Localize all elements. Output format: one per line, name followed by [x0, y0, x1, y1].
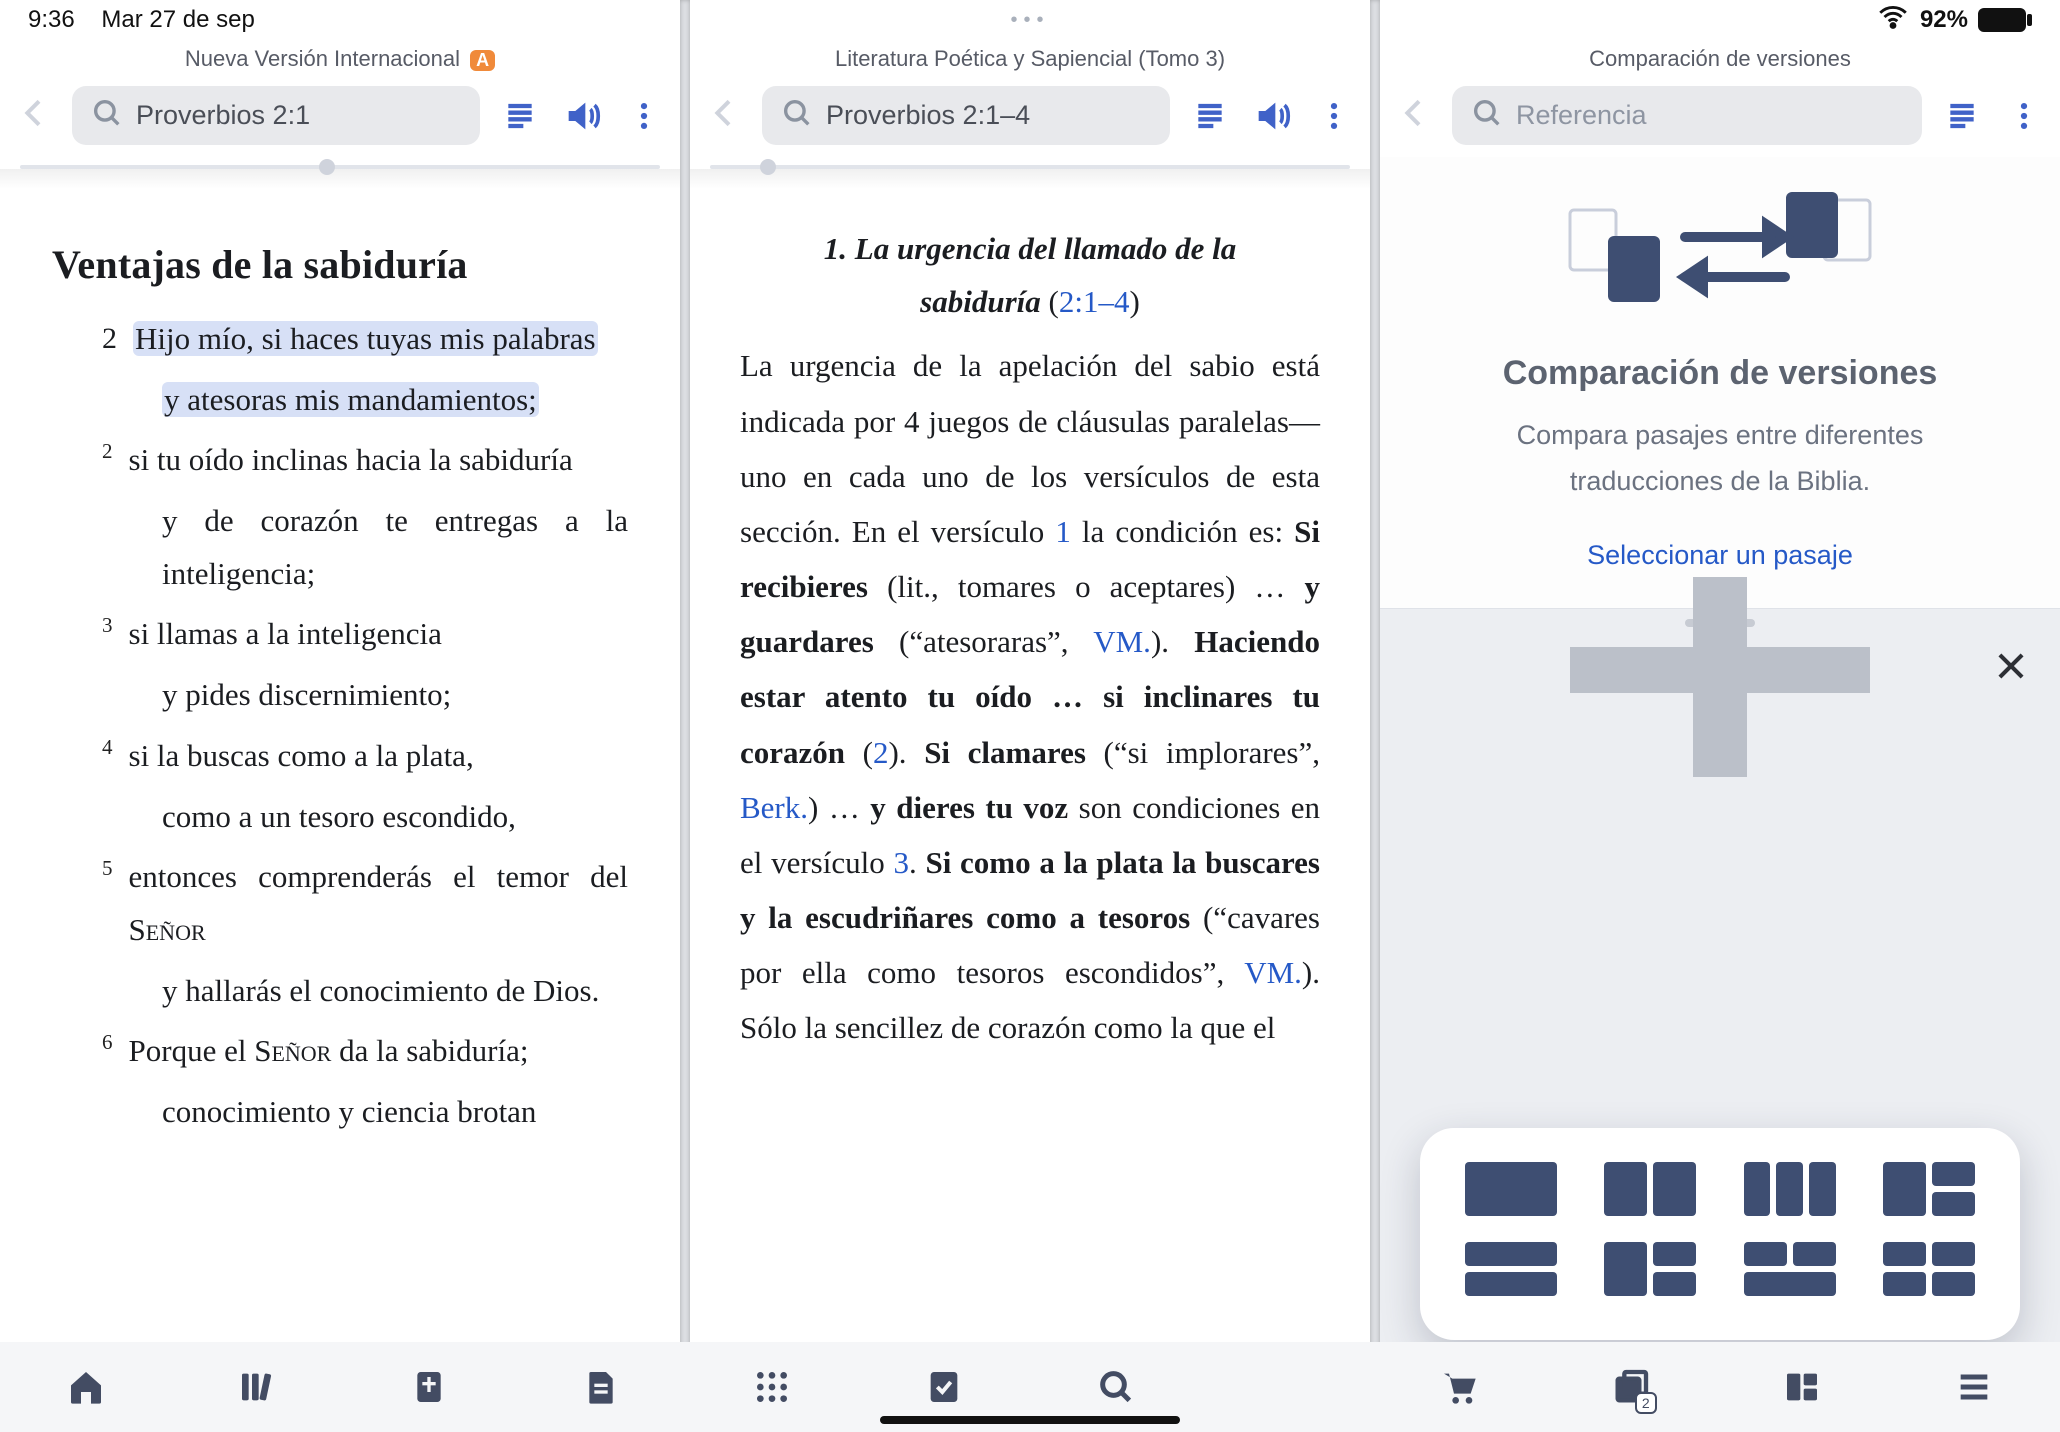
toc-button[interactable]: [1188, 94, 1232, 138]
verse-text[interactable]: Hijo mío, si haces tuyas mis palabras: [133, 313, 628, 366]
layout-button[interactable]: [1717, 1342, 1889, 1432]
pane-bible: Nueva Versión Internacional A Proverbios…: [0, 0, 680, 1342]
pane-commentary-header: Literatura Poética y Sapiencial (Tomo 3)…: [690, 0, 1370, 189]
pane-bible-content[interactable]: Ventajas de la sabiduría 2 Hijo mío, si …: [0, 189, 680, 1342]
pane-bible-title[interactable]: Nueva Versión Internacional: [185, 46, 460, 71]
search-icon: [90, 96, 124, 135]
pane-compare-title[interactable]: Comparación de versiones: [1380, 40, 2060, 82]
store-button[interactable]: [1373, 1342, 1545, 1432]
layout-popover: [1420, 1128, 2020, 1340]
paragraph-title: 1. La urgencia del llamado de la sabidur…: [770, 223, 1290, 328]
verse-number: 5: [102, 851, 113, 956]
spacer: [1202, 1342, 1374, 1432]
bottom-toolbar: 2: [0, 1342, 2060, 1432]
compare-illustration-icon: [1408, 187, 2032, 327]
location-slider[interactable]: [710, 165, 1350, 169]
resource-badge: A: [470, 50, 495, 71]
layout-option-2row[interactable]: [1465, 1242, 1557, 1296]
verse-text[interactable]: si llamas a la inteligencia: [129, 608, 629, 661]
pane-splitter-1[interactable]: [680, 0, 690, 1432]
document-button[interactable]: [515, 1342, 687, 1432]
bible-button[interactable]: [343, 1342, 515, 1432]
layout-option-1-2split[interactable]: [1883, 1162, 1975, 1216]
scripture-link[interactable]: 2:1–4: [1059, 284, 1130, 319]
slider-thumb[interactable]: [760, 159, 776, 175]
layout-option-2col[interactable]: [1604, 1162, 1696, 1216]
compare-card-subtitle: Compara pasajes entre diferentes traducc…: [1438, 413, 2002, 505]
verse-text-cont[interactable]: y hallarás el conocimiento de Dios.: [162, 965, 628, 1018]
verse-number: 6: [102, 1025, 113, 1078]
pane-compare: Comparación de versiones Referencia: [1380, 0, 2060, 1342]
verse-text-cont[interactable]: como a un tesoro escondido,: [162, 791, 628, 844]
verse-number: 2: [102, 313, 117, 366]
compare-empty-card: Comparación de versiones Compara pasajes…: [1380, 157, 2060, 609]
pane-menu-button[interactable]: [2002, 94, 2046, 138]
pane-commentary-title[interactable]: Literatura Poética y Sapiencial (Tomo 3): [690, 40, 1370, 82]
select-passage-link[interactable]: Seleccionar un pasaje: [1587, 533, 1853, 579]
verse-text[interactable]: entonces comprenderás el temor del Señor: [129, 851, 629, 956]
verse-text[interactable]: si tu oído inclinas hacia la sabiduría: [129, 434, 629, 487]
placeholder-cross-icon: [1570, 577, 1870, 777]
layout-option-4grid[interactable]: [1883, 1242, 1975, 1296]
layout-option-3col[interactable]: [1744, 1162, 1836, 1216]
abbrev-link[interactable]: Berk.: [740, 790, 808, 825]
nav-back-button[interactable]: [704, 93, 744, 138]
pane-commentary-content[interactable]: 1. La urgencia del llamado de la sabidur…: [690, 189, 1370, 1342]
verse-text-cont[interactable]: conocimiento y ciencia brotan: [162, 1086, 628, 1139]
reference-text: Proverbios 2:1–4: [826, 100, 1030, 131]
audio-button[interactable]: [560, 94, 604, 138]
library-button[interactable]: [172, 1342, 344, 1432]
scripture-link[interactable]: 2: [873, 735, 889, 770]
pane-commentary: Literatura Poética y Sapiencial (Tomo 3)…: [690, 0, 1370, 1342]
scripture-link[interactable]: 3: [893, 845, 909, 880]
toc-button[interactable]: [498, 94, 542, 138]
location-slider[interactable]: [20, 165, 660, 169]
windows-count-badge: 2: [1635, 1392, 1657, 1414]
search-icon: [1470, 96, 1504, 135]
reference-search-pill[interactable]: Referencia: [1452, 86, 1922, 145]
abbrev-link[interactable]: VM.: [1244, 955, 1302, 990]
home-button[interactable]: [0, 1342, 172, 1432]
section-heading: Ventajas de la sabiduría: [52, 231, 628, 299]
verse-number: 4: [102, 730, 113, 783]
pane-menu-button[interactable]: [622, 94, 666, 138]
verse-number: 2: [102, 434, 113, 487]
verse-text[interactable]: si la buscas como a la plata,: [129, 730, 629, 783]
layout-option-1pane[interactable]: [1465, 1162, 1557, 1216]
close-popover-button[interactable]: [1992, 647, 2030, 702]
audio-button[interactable]: [1250, 94, 1294, 138]
layout-option-l-shape[interactable]: [1604, 1242, 1696, 1296]
verse-text-cont[interactable]: y atesoras mis mandamientos;: [162, 374, 628, 427]
verse-text-cont[interactable]: y de corazón te entregas a la inteligenc…: [162, 495, 628, 600]
reference-text: Proverbios 2:1: [136, 100, 310, 131]
reference-placeholder: Referencia: [1516, 100, 1647, 131]
verse-text-cont[interactable]: y pides discernimiento;: [162, 669, 628, 722]
pane-compare-header: Comparación de versiones Referencia: [1380, 0, 2060, 157]
pane-menu-button[interactable]: [1312, 94, 1356, 138]
verse-text[interactable]: Porque el Señor da la sabiduría;: [129, 1025, 629, 1078]
verse-number: 3: [102, 608, 113, 661]
scripture-link[interactable]: 1: [1055, 514, 1071, 549]
home-indicator[interactable]: [880, 1416, 1180, 1424]
nav-back-button[interactable]: [14, 93, 54, 138]
layout-option-t-shape[interactable]: [1744, 1242, 1836, 1296]
main-menu-button[interactable]: [1888, 1342, 2060, 1432]
toc-button[interactable]: [1940, 94, 1984, 138]
compare-card-title: Comparación de versiones: [1408, 345, 2032, 403]
apps-grid-button[interactable]: [687, 1342, 859, 1432]
pane-splitter-2[interactable]: [1370, 0, 1380, 1432]
abbrev-link[interactable]: VM.: [1093, 624, 1151, 659]
pane-bible-header: Nueva Versión Internacional A Proverbios…: [0, 0, 680, 189]
nav-back-button[interactable]: [1394, 93, 1434, 138]
search-icon: [780, 96, 814, 135]
windows-button[interactable]: 2: [1545, 1342, 1717, 1432]
commentary-text[interactable]: La urgencia de la apelación del sabio es…: [740, 338, 1320, 1055]
pane-compare-content: Comparación de versiones Compara pasajes…: [1380, 157, 2060, 1342]
reference-search-pill[interactable]: Proverbios 2:1–4: [762, 86, 1170, 145]
reference-search-pill[interactable]: Proverbios 2:1: [72, 86, 480, 145]
